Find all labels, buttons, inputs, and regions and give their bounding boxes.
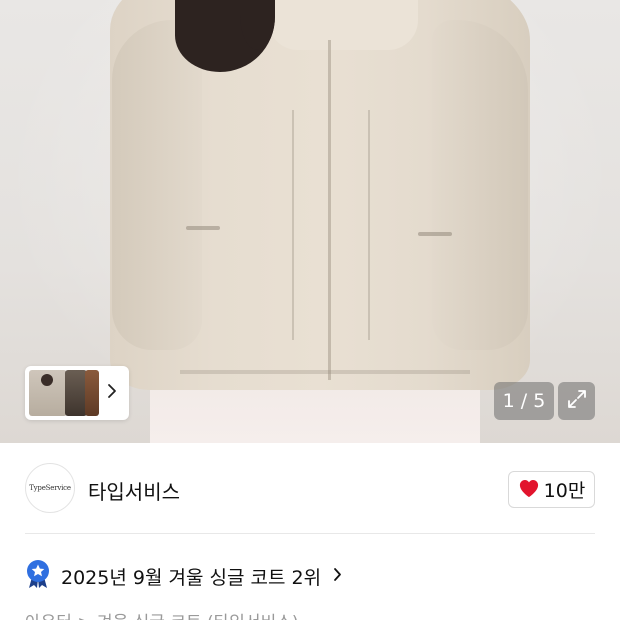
like-button[interactable]: 10만 — [508, 471, 595, 508]
coat-collar — [268, 0, 418, 50]
ranking-text: 2025년 9월 겨울 싱글 코트 2위 — [61, 566, 322, 589]
thumbnail-2[interactable] — [65, 370, 87, 416]
brand-logo[interactable]: TypeService — [25, 463, 75, 513]
thumbnail-1[interactable] — [29, 370, 67, 416]
coat-placket — [328, 40, 331, 380]
product-main-image[interactable]: 1 / 5 — [0, 0, 620, 443]
ranking-link[interactable]: 2025년 9월 겨울 싱글 코트 2위 — [25, 560, 342, 592]
chevron-right-icon — [333, 565, 342, 587]
coat-left-sleeve — [112, 20, 202, 350]
coat-seam-right — [368, 110, 370, 340]
brand-logo-text: TypeService — [29, 484, 71, 492]
breadcrumb[interactable]: 아우터 > 겨울 싱글 코트 (타입서비스) — [25, 608, 299, 620]
image-counter: 1 / 5 — [494, 382, 554, 420]
coat-pocket-left — [186, 226, 220, 230]
chevron-right-icon[interactable] — [107, 383, 117, 403]
coat-right-sleeve — [432, 20, 528, 350]
brand-row: TypeService 타입서비스 10만 — [0, 443, 620, 533]
expand-icon — [566, 388, 588, 414]
thumbnail-3[interactable] — [85, 370, 99, 416]
brand-name[interactable]: 타입서비스 — [88, 476, 180, 505]
section-divider — [25, 533, 595, 534]
expand-button[interactable] — [558, 382, 595, 420]
coat-seam-left — [292, 110, 294, 340]
thumbnail-strip[interactable] — [25, 366, 129, 420]
rank-badge-icon — [25, 559, 51, 593]
heart-icon — [518, 478, 540, 502]
like-count: 10만 — [543, 480, 586, 502]
coat-pocket-right — [418, 232, 452, 236]
coat-hem — [180, 370, 470, 374]
